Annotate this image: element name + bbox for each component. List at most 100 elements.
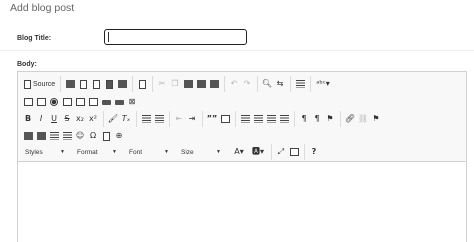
checkbox-button[interactable]: [35, 95, 47, 109]
globe-icon: ⊕: [115, 131, 123, 140]
preview-button[interactable]: [90, 77, 102, 91]
align-center-icon: [253, 115, 263, 123]
find-button[interactable]: 🔍︎: [261, 77, 273, 91]
replace-button[interactable]: ⇆: [274, 77, 286, 91]
font-dropdown[interactable]: Font ▼: [126, 146, 172, 159]
editor-content-area[interactable]: [18, 162, 466, 242]
smiley-icon: ☺: [75, 131, 85, 140]
hidden-field-icon: ⊠: [128, 97, 136, 106]
indent-button[interactable]: ⇥: [186, 112, 198, 126]
textarea-icon: [75, 98, 85, 106]
horizontal-line-button[interactable]: [61, 129, 73, 143]
undo-button[interactable]: ↶: [228, 77, 240, 91]
bulleted-list-button[interactable]: [153, 112, 165, 126]
table-button[interactable]: [48, 129, 60, 143]
template-doc-button[interactable]: [136, 77, 148, 91]
about-button[interactable]: ?: [308, 145, 320, 159]
blockquote-button[interactable]: ””: [206, 112, 218, 126]
subscript-button[interactable]: x₂: [74, 112, 86, 126]
align-center-button[interactable]: [252, 112, 264, 126]
copy-format-button[interactable]: 🖌︎: [107, 112, 119, 126]
rich-text-editor: Source ✂ ❐ ↶ ↷ 🔍︎ ⇆ ᵃᵇᶜ▾ ⊠ B I U S x₂ x²…: [17, 71, 467, 242]
paste-button[interactable]: [182, 77, 194, 91]
superscript-button[interactable]: x²: [87, 112, 99, 126]
language-button[interactable]: ⚑: [324, 112, 336, 126]
page-break-button[interactable]: [100, 129, 112, 143]
smiley-button[interactable]: ☺: [74, 129, 86, 143]
format-dropdown[interactable]: Format ▼: [74, 146, 120, 159]
styles-dropdown[interactable]: Styles ▼: [22, 146, 68, 159]
form-button[interactable]: [22, 95, 34, 109]
underline-button[interactable]: U: [48, 112, 60, 126]
copy-button[interactable]: ❐: [169, 77, 181, 91]
ltr-button[interactable]: ¶: [298, 112, 310, 126]
link-button[interactable]: 🔗︎: [344, 112, 356, 126]
paintbrush-icon: 🖌︎: [107, 114, 119, 123]
body-label: Body:: [17, 61, 37, 68]
image-button-button[interactable]: [113, 95, 125, 109]
hidden-field-button[interactable]: ⊠: [126, 95, 138, 109]
bold-button[interactable]: B: [22, 112, 34, 126]
text-color-button[interactable]: A▾: [230, 145, 248, 159]
flash-icon: [36, 132, 46, 140]
unlink-button[interactable]: ⛓: [357, 112, 369, 126]
toolbar-group-tools: ⤢: [275, 144, 305, 160]
background-color-button[interactable]: 🅰︎▾: [249, 145, 267, 159]
page-break-icon: [102, 131, 110, 141]
text-field-button[interactable]: [61, 95, 73, 109]
show-blocks-icon: [289, 148, 299, 156]
anchor-button[interactable]: ⚑: [370, 112, 382, 126]
format-label: Format: [77, 148, 98, 156]
bulleted-list-icon: [154, 115, 164, 123]
image-button[interactable]: [22, 129, 34, 143]
strike-button[interactable]: S: [61, 112, 73, 126]
radio-button[interactable]: [48, 95, 60, 109]
align-left-button[interactable]: [239, 112, 251, 126]
checkbox-icon: [36, 98, 46, 106]
toolbar-group-find: 🔍︎ ⇆: [261, 76, 291, 92]
chevron-down-icon: ▼: [216, 149, 221, 155]
source-button[interactable]: Source: [22, 77, 56, 91]
numbered-list-button[interactable]: [140, 112, 152, 126]
print-button[interactable]: [116, 77, 128, 91]
new-page-icon: [79, 79, 87, 89]
templates-button[interactable]: [103, 77, 115, 91]
editor-toolbar: Source ✂ ❐ ↶ ↷ 🔍︎ ⇆ ᵃᵇᶜ▾ ⊠ B I U S x₂ x²…: [18, 72, 466, 162]
radio-icon: [50, 98, 58, 106]
form-button-button[interactable]: [100, 95, 112, 109]
textarea-button[interactable]: [74, 95, 86, 109]
toolbar-group-lists: [140, 111, 170, 127]
outdent-button[interactable]: ⇤: [173, 112, 185, 126]
iframe-button[interactable]: ⊕: [113, 129, 125, 143]
justify-button[interactable]: [278, 112, 290, 126]
styles-label: Styles: [25, 148, 43, 156]
blog-title-input[interactable]: [104, 29, 247, 45]
select-all-button[interactable]: [294, 77, 306, 91]
toolbar-group-spell: ᵃᵇᶜ▾: [314, 76, 336, 92]
chevron-down-icon: ▼: [112, 149, 117, 155]
align-right-button[interactable]: [265, 112, 277, 126]
outdent-icon: ⇤: [175, 114, 183, 123]
italic-button[interactable]: I: [35, 112, 47, 126]
maximize-button[interactable]: ⤢: [275, 145, 287, 159]
cut-button[interactable]: ✂: [156, 77, 168, 91]
toolbar-row-5: Styles ▼ Format ▼ Font ▼ Size ▼ A▾ 🅰︎▾ ⤢: [22, 144, 327, 160]
redo-button[interactable]: ↷: [241, 77, 253, 91]
font-label: Font: [129, 148, 143, 156]
show-blocks-button[interactable]: [288, 145, 300, 159]
document-icon: [138, 79, 146, 89]
spellcheck-button[interactable]: ᵃᵇᶜ▾: [314, 77, 332, 91]
size-dropdown[interactable]: Size ▼: [178, 146, 224, 159]
select-field-button[interactable]: [87, 95, 99, 109]
special-char-button[interactable]: Ω: [87, 129, 99, 143]
rtl-button[interactable]: ¶: [311, 112, 323, 126]
paste-word-button[interactable]: [208, 77, 220, 91]
save-button[interactable]: [64, 77, 76, 91]
print-icon: [117, 80, 127, 88]
paste-text-button[interactable]: [195, 77, 207, 91]
remove-format-button[interactable]: Tₓ: [120, 112, 132, 126]
toolbar-group-forms: ⊠: [22, 94, 142, 110]
flash-button[interactable]: [35, 129, 47, 143]
new-page-button[interactable]: [77, 77, 89, 91]
div-container-button[interactable]: [219, 112, 231, 126]
